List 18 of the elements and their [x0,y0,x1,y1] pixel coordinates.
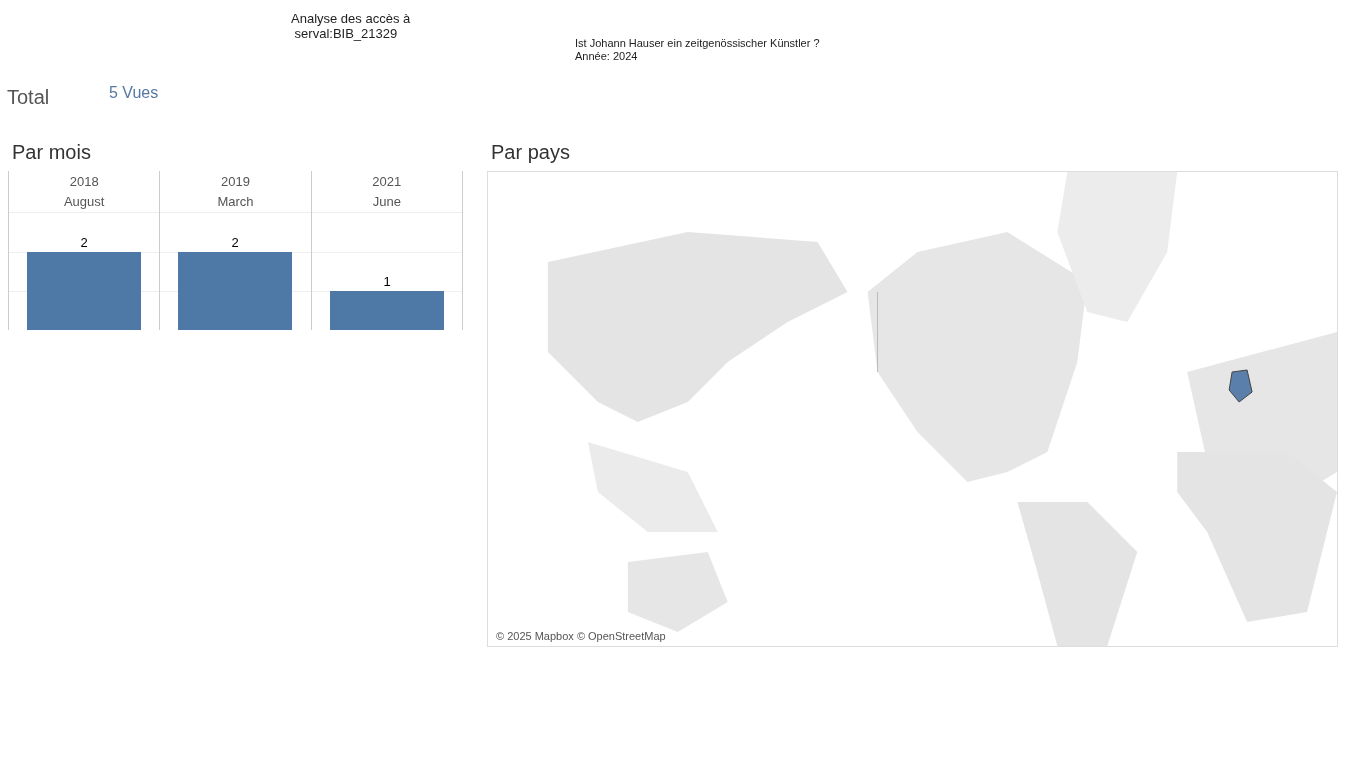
report-title: Analyse des accès à [291,11,412,26]
month-header: March [217,192,254,211]
total-value: 5 Vues [109,84,159,102]
data-label: 2 [80,235,88,250]
year-header: 2019 [221,172,250,191]
year-header: 2021 [372,172,402,191]
report-title: serval:BIB_21329 [293,26,399,41]
panel-title: Par mois [11,140,92,165]
report-subtitle: Ist Johann Hauser ein zeitgenössischer Künstler ? [575,37,820,50]
month-header: August [63,192,105,211]
data-label: 2 [231,235,239,250]
map-attribution: © 2025 Mapbox © OpenStreetMap [494,630,668,642]
data-label: 1 [383,274,391,289]
total-label: Total [7,86,51,109]
month-header: June [372,192,401,211]
year-header: 2018 [69,172,99,191]
report-subtitle: Année: 2024 [575,50,639,63]
panel-title: Par pays [490,140,571,165]
